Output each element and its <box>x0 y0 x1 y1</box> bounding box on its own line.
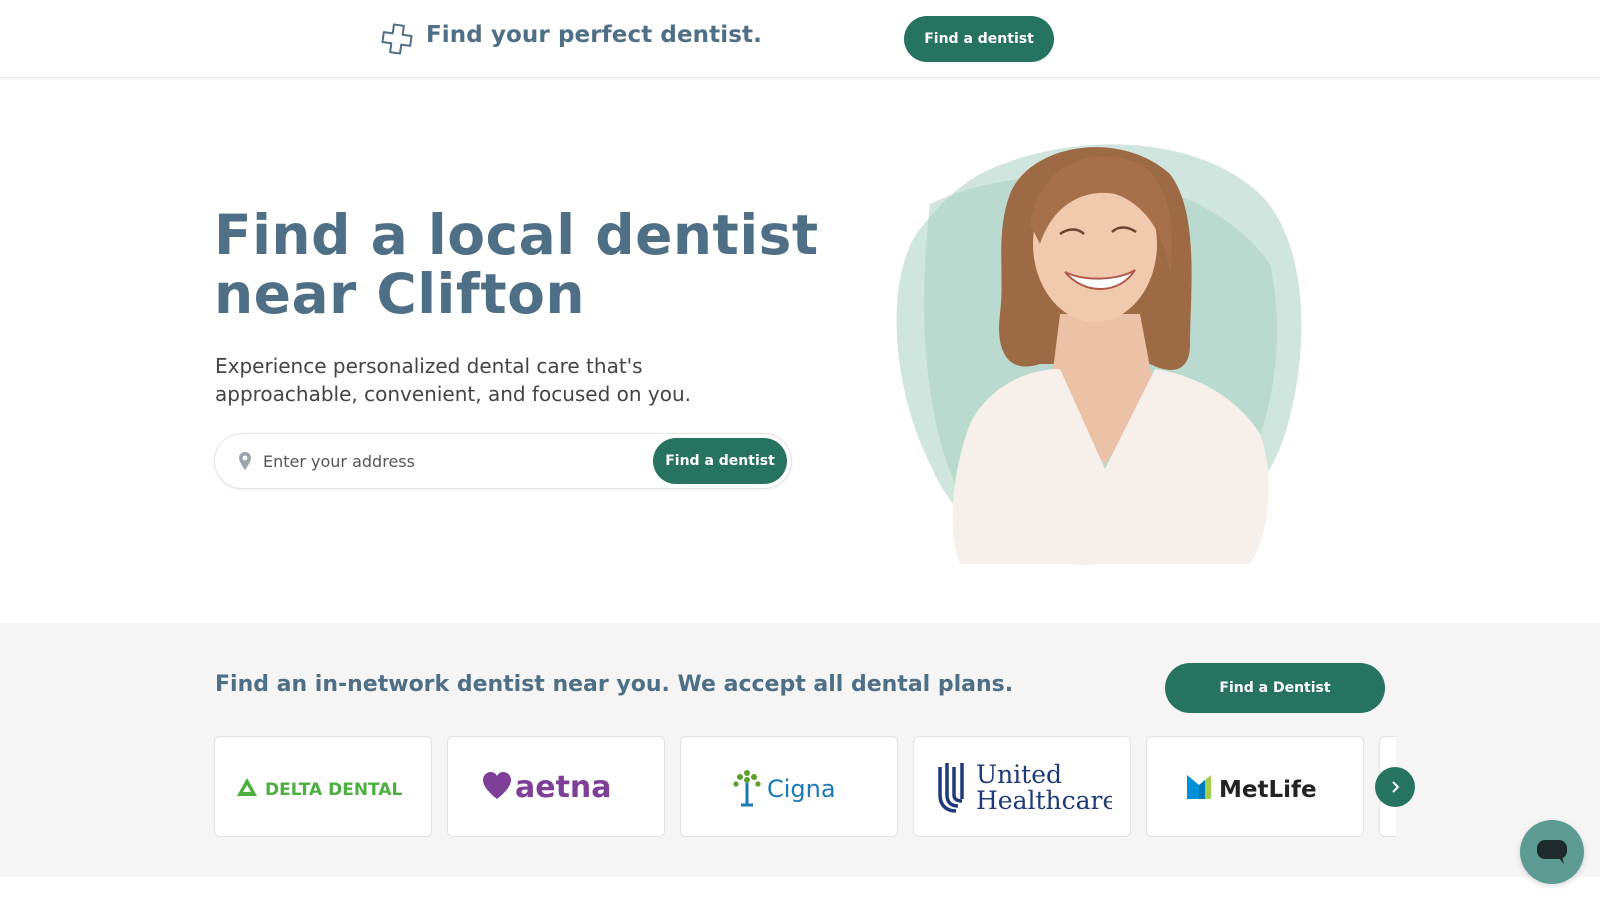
search-find-dentist-button[interactable]: Find a dentist <box>653 438 787 484</box>
chat-widget-button[interactable] <box>1520 820 1584 884</box>
location-pin-icon <box>239 452 251 470</box>
hero-title: Find a local dentist near Clifton <box>214 206 834 324</box>
metlife-wordmark: MetLife <box>1219 777 1317 803</box>
plans-find-dentist-button[interactable]: Find a Dentist <box>1165 663 1385 713</box>
cigna-logo: Cigna <box>733 769 836 806</box>
aetna-logo: aetna <box>483 770 612 805</box>
header-find-dentist-button[interactable]: Find a dentist <box>904 16 1054 62</box>
chevron-right-icon <box>1392 781 1400 793</box>
tooth-plus-icon <box>381 23 413 55</box>
hero-photo-smiling-woman <box>896 144 1302 565</box>
aetna-wordmark: aetna <box>515 770 612 805</box>
united-healthcare-logo: United Healthcare <box>938 760 1112 815</box>
delta-dental-logo: DELTA DENTAL <box>237 777 402 800</box>
hero-title-line1: Find a local dentist <box>214 203 819 267</box>
metlife-logo: MetLife <box>1187 774 1317 803</box>
united-healthcare-line2: Healthcare <box>976 786 1112 815</box>
logo-card-delta-dental[interactable]: DELTA DENTAL <box>214 736 432 837</box>
brand-tagline: Find your perfect dentist. <box>426 22 762 48</box>
plans-heading: Find an in-network dentist near you. We … <box>215 672 1014 697</box>
logo-card-metlife[interactable]: MetLife <box>1146 736 1364 837</box>
address-search-bar: Find a dentist <box>214 433 792 489</box>
insurance-logo-carousel: DELTA DENTAL aetna Cigna United Healthca… <box>214 736 1396 838</box>
hero-subtitle: Experience personalized dental care that… <box>215 354 692 406</box>
hero-title-line2: near Clifton <box>214 262 586 326</box>
address-input[interactable] <box>263 444 643 478</box>
chat-bubble-icon <box>1537 840 1567 864</box>
logo-card-aetna[interactable]: aetna <box>447 736 665 837</box>
cigna-wordmark: Cigna <box>767 775 836 803</box>
logo-card-cigna[interactable]: Cigna <box>680 736 898 837</box>
delta-dental-wordmark: DELTA DENTAL <box>265 780 402 800</box>
logo-card-united-healthcare[interactable]: United Healthcare <box>913 736 1131 837</box>
united-healthcare-line1: United <box>976 760 1062 789</box>
top-bar: Find your perfect dentist. Find a dentis… <box>0 0 1600 78</box>
carousel-next-button[interactable] <box>1375 767 1415 807</box>
